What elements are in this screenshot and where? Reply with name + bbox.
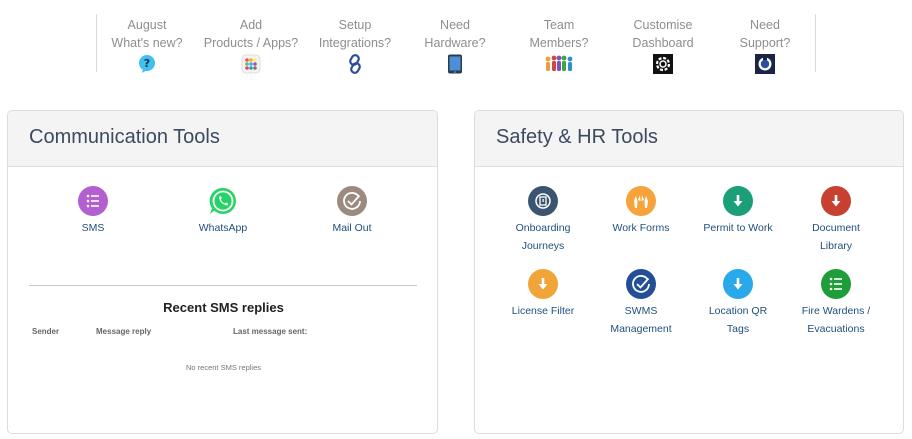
quick-link-need-hardware[interactable]: Need Hardware? [403,16,507,74]
panel-header: Communication Tools [8,111,437,167]
fire-wardens-evacuations-button[interactable]: Fire Wardens / Evacuations [786,269,886,338]
quick-link-customise-dashboard[interactable]: Customise Dashboard [611,16,715,74]
license-filter-button[interactable]: License Filter [493,269,593,320]
safety-hr-tools-panel: Safety & HR Tools Onboarding Journeys Wo… [474,110,904,434]
tool-label-line1: Fire Wardens / [801,305,871,317]
quick-link-line1: Customise [633,18,693,32]
sms-tool-button[interactable]: SMS [43,186,143,237]
quick-link-line1: August [127,18,167,32]
sms-list-icon [78,186,108,216]
location-qr-tags-button[interactable]: Location QR Tags [688,269,788,338]
quick-link-line2: Support? [739,36,791,50]
onboarding-journeys-button[interactable]: Onboarding Journeys [493,186,593,255]
quick-link-add-products[interactable]: Add Products / Apps? [199,16,303,74]
quick-link-need-support[interactable]: Need Support? [713,16,817,74]
support-icon [755,54,775,74]
work-forms-button[interactable]: Work Forms [591,186,691,237]
hands-icon [626,186,656,216]
people-icon [545,55,573,71]
tool-label-line2: Evacuations [807,323,865,335]
quick-link-line2: Integrations? [318,36,392,50]
quick-link-line2: Members? [529,36,589,50]
download-arrow-icon [723,186,753,216]
tool-label-line1: Permit to Work [703,222,773,234]
divider [29,285,417,286]
quick-link-line1: Team [543,18,575,32]
tool-label-line1: License Filter [511,305,575,317]
quick-link-line2: Dashboard [632,36,694,50]
quick-link-line2: What's new? [111,36,183,50]
onboarding-icon [528,186,558,216]
tool-label: SMS [81,222,105,234]
check-circle-icon [626,269,656,299]
svg-text:?: ? [144,57,150,70]
swms-management-button[interactable]: SWMS Management [591,269,691,338]
tool-label-line2: Library [819,240,853,252]
recent-sms-replies-title: Recent SMS replies [163,300,284,315]
tool-label-line2: Journeys [521,240,565,252]
quick-link-line1: Need [750,18,780,32]
fire-warden-list-icon [821,269,851,299]
tool-label: WhatsApp [198,222,248,234]
quick-link-whats-new[interactable]: August What's new? ? [95,16,199,74]
quick-link-line2: Products / Apps? [203,36,299,50]
quick-link-line1: Setup [338,18,372,32]
no-replies-message: No recent SMS replies [185,363,262,372]
tool-label-line1: Location QR [708,305,768,317]
question-icon: ? [139,55,155,73]
quick-link-line1: Add [239,18,263,32]
tool-label: Mail Out [332,222,372,234]
panel-title: Communication Tools [29,126,220,148]
permit-to-work-button[interactable]: Permit to Work [688,186,788,237]
gear-icon [653,54,673,74]
column-header-message-reply: Message reply [96,327,152,336]
whatsapp-icon [208,186,238,216]
download-arrow-icon [723,269,753,299]
quick-links-bar: August What's new? ? Add Products / Apps… [95,14,817,74]
tool-label-line1: Onboarding [515,222,571,234]
document-library-button[interactable]: Document Library [786,186,886,255]
column-header-sender: Sender [32,327,60,336]
whatsapp-tool-button[interactable]: WhatsApp [173,186,273,237]
quick-link-setup-integrations[interactable]: Setup Integrations? [303,16,407,74]
panel-title: Safety & HR Tools [496,126,658,148]
quick-link-line2: Hardware? [424,36,486,50]
tool-label-line1: Document [812,222,860,234]
mail-out-tool-button[interactable]: Mail Out [302,186,402,237]
tool-label-line2: Tags [726,323,750,335]
panel-header: Safety & HR Tools [475,111,903,167]
tool-label-line1: Work Forms [612,222,670,234]
communication-tools-panel: Communication Tools SMS WhatsApp Mail Ou… [7,110,438,434]
quick-link-team-members[interactable]: Team Members? [507,16,611,74]
tool-label-line2: Management [610,323,672,335]
tablet-icon [448,54,462,74]
quick-link-line1: Need [440,18,470,32]
tool-label-line1: SWMS [624,305,658,317]
check-circle-icon [337,186,367,216]
apps-grid-icon [241,54,261,74]
column-header-last-message-sent: Last message sent: [233,327,308,336]
download-arrow-icon [528,269,558,299]
chain-link-icon [349,54,361,74]
download-arrow-icon [821,186,851,216]
